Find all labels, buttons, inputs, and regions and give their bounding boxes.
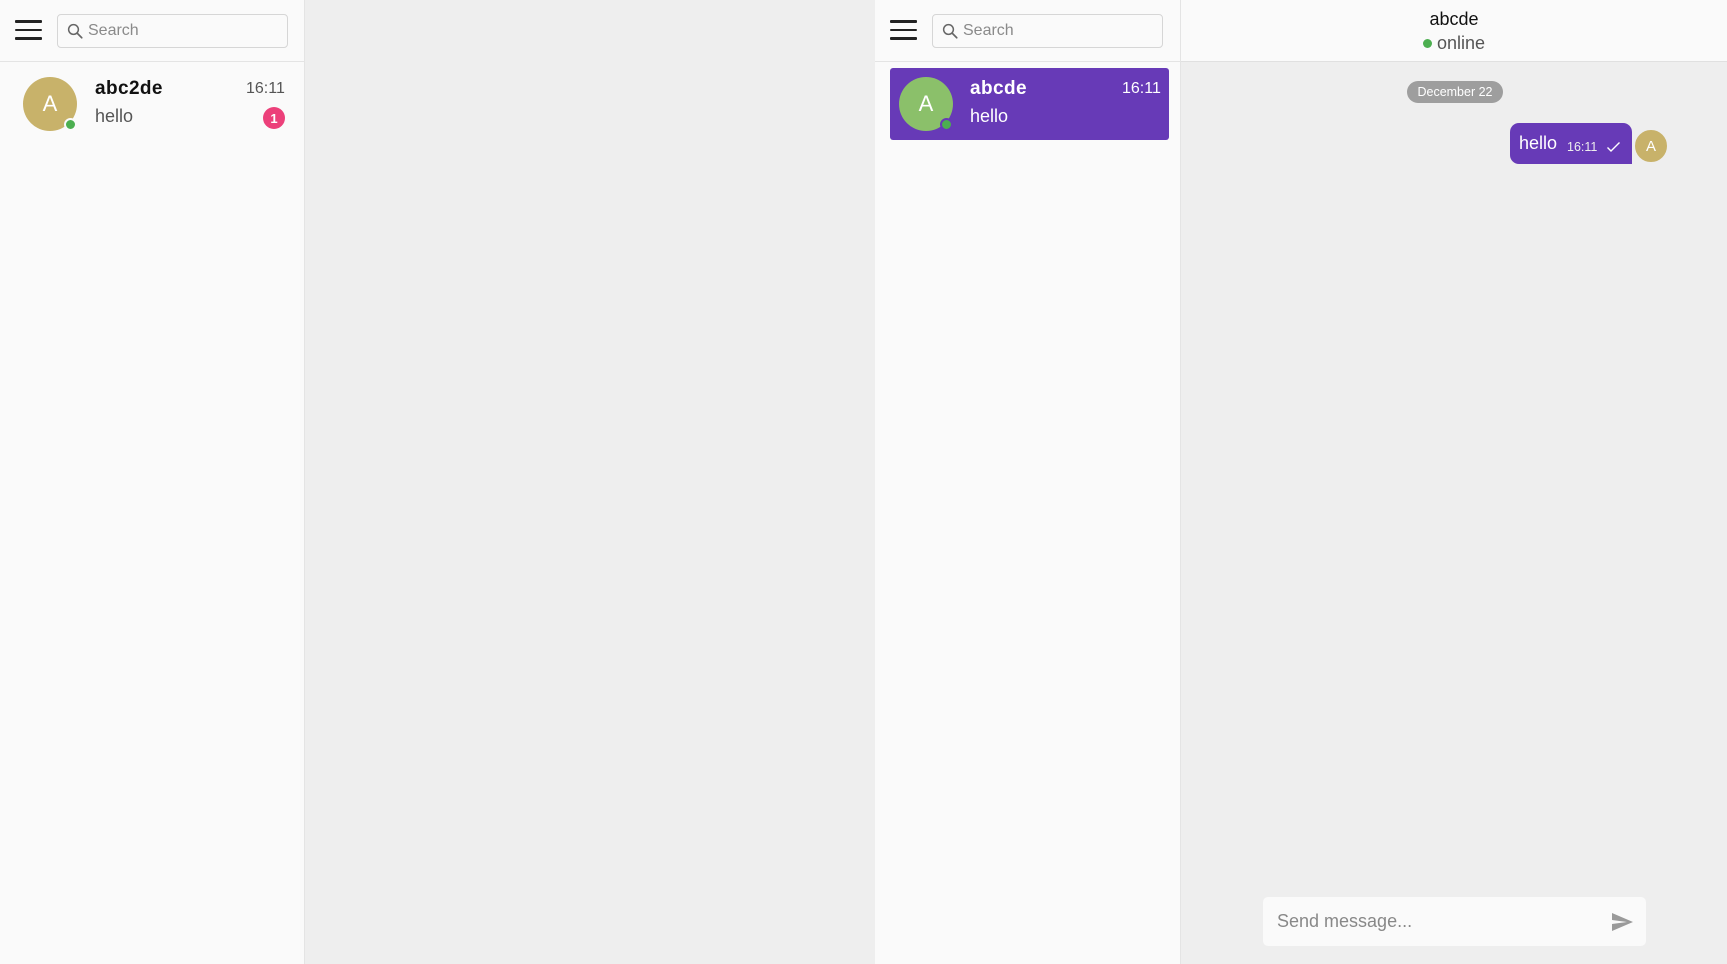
- hamburger-menu-icon[interactable]: [15, 20, 42, 42]
- chat-header: abcde online: [1181, 0, 1727, 62]
- online-indicator: [1422, 39, 1432, 48]
- chat-status: online: [1181, 33, 1727, 54]
- chat-status-text: online: [1436, 33, 1486, 53]
- message-bubble[interactable]: hello 16:11: [1510, 123, 1632, 164]
- conversation-preview: hello: [95, 106, 134, 126]
- hamburger-menu-icon[interactable]: [890, 20, 917, 42]
- right-chat-sidebar: A abcde 16:11 hello: [875, 0, 1181, 964]
- message-input[interactable]: [1277, 897, 1597, 946]
- right-sidebar-topbar: [875, 0, 1180, 62]
- conversation-name: abcde: [970, 78, 1027, 99]
- message-time: 16:11: [1567, 140, 1598, 154]
- right-search-box[interactable]: [932, 14, 1163, 48]
- avatar: A: [23, 77, 77, 131]
- left-sidebar-topbar: [0, 0, 304, 62]
- search-icon: [67, 23, 83, 39]
- avatar: A: [899, 77, 953, 131]
- conversation-item-abcde[interactable]: A abcde 16:11 hello: [890, 68, 1169, 140]
- conversation-preview: hello: [970, 106, 1009, 126]
- left-empty-chat-area: [305, 0, 875, 964]
- left-search-box[interactable]: [57, 14, 288, 48]
- left-search-input[interactable]: [88, 15, 283, 47]
- message-sender-avatar: A: [1633, 128, 1669, 164]
- online-indicator: [64, 118, 77, 131]
- conversation-time: 16:11: [246, 80, 285, 97]
- send-icon[interactable]: [1610, 910, 1634, 934]
- chat-panel: abcde online December 22 hello 16:11 A: [1181, 0, 1727, 964]
- avatar-letter: A: [918, 91, 934, 116]
- message-text: hello: [1519, 133, 1558, 153]
- conversation-time: 16:11: [1122, 80, 1161, 97]
- conversation-name: abc2de: [95, 78, 163, 99]
- search-icon: [942, 23, 958, 39]
- online-indicator: [940, 118, 953, 131]
- message-composer[interactable]: [1263, 897, 1646, 946]
- conversation-item-abc2de[interactable]: A abc2de 16:11 hello 1: [23, 68, 285, 140]
- chat-title: abcde: [1429, 9, 1479, 29]
- check-icon: [1607, 142, 1620, 152]
- right-search-input[interactable]: [963, 15, 1158, 47]
- avatar-letter: A: [42, 91, 58, 116]
- left-chat-sidebar: A abc2de 16:11 hello 1: [0, 0, 305, 964]
- unread-badge: 1: [263, 107, 285, 129]
- date-separator: December 22: [1407, 81, 1503, 103]
